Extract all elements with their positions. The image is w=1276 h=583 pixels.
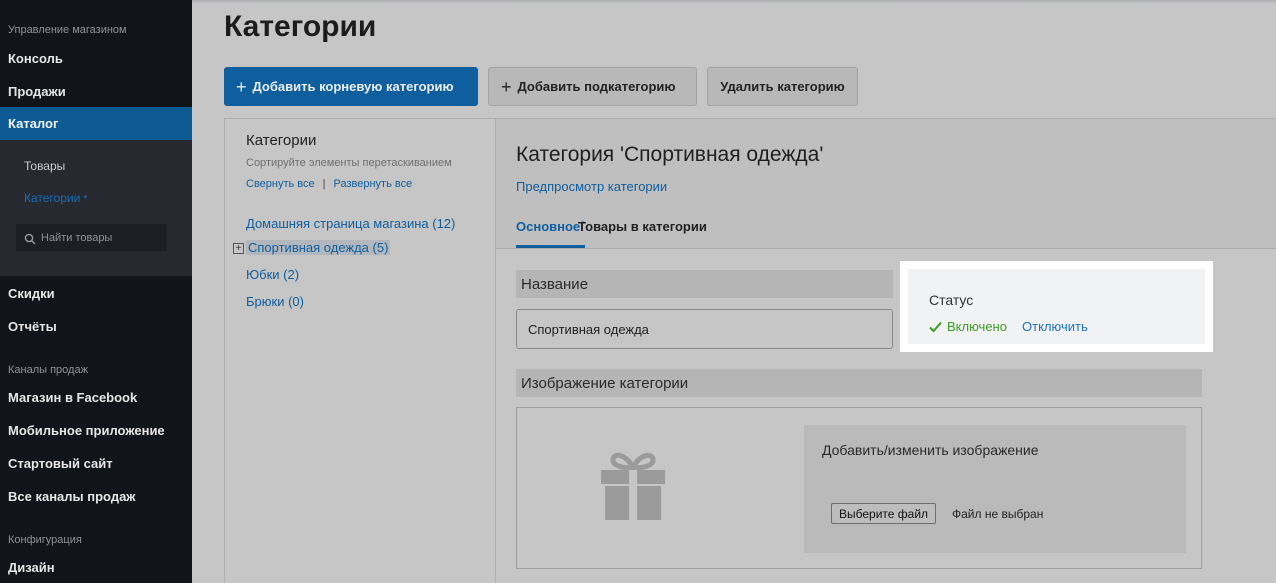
sidebar-item-sales[interactable]: Продажи [0,79,192,105]
add-subcategory-button[interactable]: + Добавить подкатегорию [488,67,697,106]
status-card-highlight: Статус Включено Отключить [900,261,1213,352]
check-icon [929,321,942,332]
plus-icon: + [501,76,512,97]
tree-node-home[interactable]: Домашняя страница магазина (12) [246,216,455,231]
add-root-category-button[interactable]: + Добавить корневую категорию [224,67,478,106]
detail-header: Категория 'Спортивная одежда' Предпросмо… [496,119,1276,249]
status-enabled: Включено [929,319,1007,334]
sidebar-section-config: Конфигурация [8,534,82,546]
tab-category-products[interactable]: Товары в категории [578,219,707,234]
image-area: Добавить/изменить изображение Выберите ф… [516,407,1202,569]
sidebar-item-mobile-app[interactable]: Мобильное приложение [0,418,192,444]
image-section-header: Изображение категории [516,369,1202,397]
preview-category-link[interactable]: Предпросмотр категории [516,179,667,194]
product-search[interactable] [16,224,167,251]
unsaved-marker: * [83,193,88,205]
category-name-input[interactable] [516,309,893,349]
tree-node-sportswear[interactable]: Спортивная одежда (5) [246,240,391,255]
sidebar-item-design[interactable]: Дизайн [0,555,192,581]
category-title: Категория 'Спортивная одежда' [516,143,824,166]
plus-icon: + [236,76,247,97]
disable-link[interactable]: Отключить [1022,319,1088,334]
sidebar-item-start-site[interactable]: Стартовый сайт [0,451,192,477]
name-section-header: Название [516,270,893,298]
sidebar-section-store: Управление магазином [8,24,127,36]
expand-all-link[interactable]: Развернуть все [334,178,413,190]
status-card: Статус Включено Отключить [908,269,1205,344]
sidebar-item-console[interactable]: Консоль [0,46,192,72]
sidebar-item-catalog[interactable]: Каталог [0,107,192,140]
sidebar-catalog-submenu: Товары Категории * [0,140,192,276]
add-subcategory-label: Добавить подкатегорию [517,79,676,94]
link-separator: | [322,178,326,190]
search-icon [24,232,36,244]
status-label: Статус [929,292,974,308]
tab-main-label: Основное [516,219,581,234]
upload-panel: Добавить/изменить изображение Выберите ф… [804,425,1186,553]
tree-hint: Сортируйте элементы перетаскиванием [246,157,452,169]
tab-main[interactable]: Основное* [516,219,585,248]
sidebar-subitem-products[interactable]: Товары [24,159,65,173]
tree-node-skirts[interactable]: Юбки (2) [246,267,299,282]
sidebar-item-all-channels[interactable]: Все каналы продаж [0,484,192,510]
status-enabled-label: Включено [947,319,1007,334]
page-title: Категории [224,10,377,43]
tree-title: Категории [246,132,317,149]
sidebar-item-reports[interactable]: Отчёты [0,314,192,340]
sidebar-item-discounts[interactable]: Скидки [0,281,192,307]
tree-links: Свернуть все | Развернуть все [246,178,412,190]
product-search-input[interactable] [41,231,161,244]
collapse-all-link[interactable]: Свернуть все [246,178,315,190]
sidebar-item-facebook[interactable]: Магазин в Facebook [0,385,192,411]
choose-file-button[interactable]: Выберите файл [831,503,937,524]
sidebar-subitem-categories[interactable]: Категории * [24,191,88,205]
add-root-category-label: Добавить корневую категорию [252,79,454,94]
expand-plus-icon[interactable]: + [233,243,244,254]
sidebar-subitem-categories-label: Категории [24,191,81,205]
sidebar: Управление магазином Консоль Продажи Кат… [0,0,192,583]
top-shadow [192,0,1276,4]
sidebar-section-channels: Каналы продаж [8,364,88,376]
upload-title: Добавить/изменить изображение [822,442,1039,458]
gift-icon [601,448,665,525]
no-file-text: Файл не выбран [952,507,1044,521]
tree-node-trousers[interactable]: Брюки (0) [246,294,304,309]
delete-category-button[interactable]: Удалить категорию [707,67,858,106]
category-tree-panel: Категории Сортируйте элементы перетаскив… [224,118,496,583]
